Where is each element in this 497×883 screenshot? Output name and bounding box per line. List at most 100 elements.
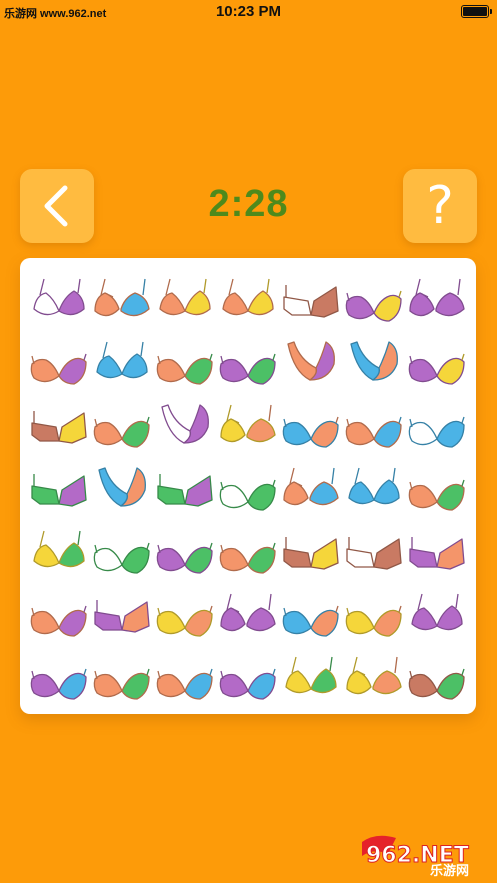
- right-cup: [436, 357, 465, 385]
- right-strap: [461, 668, 465, 676]
- bra-icon: [219, 668, 276, 700]
- bra-tile[interactable]: [154, 646, 216, 708]
- right-cup: [58, 609, 87, 637]
- bra-icon: [98, 467, 146, 507]
- bra-tile[interactable]: [217, 520, 279, 582]
- right-cup: [247, 483, 276, 511]
- bra-tile[interactable]: [406, 583, 468, 645]
- bra-tile[interactable]: [280, 394, 342, 456]
- bra-tile[interactable]: [217, 646, 279, 708]
- bra-icon: [283, 537, 339, 570]
- bra-tile[interactable]: [154, 520, 216, 582]
- left-strap: [228, 278, 234, 296]
- bra-tile[interactable]: [217, 268, 279, 330]
- bra-tile[interactable]: [343, 457, 405, 519]
- bra-icon: [287, 341, 335, 381]
- bra-tile[interactable]: [28, 268, 90, 330]
- bra-tile[interactable]: [343, 268, 405, 330]
- right-strap: [272, 542, 276, 550]
- bra-tile[interactable]: [28, 457, 90, 519]
- bra-tile[interactable]: [91, 394, 153, 456]
- bra-icon: [220, 593, 276, 632]
- bra-icon: [159, 278, 211, 316]
- bra-icon: [222, 278, 274, 316]
- bra-tile[interactable]: [217, 394, 279, 456]
- bra-tile[interactable]: [280, 583, 342, 645]
- right-strap: [209, 542, 213, 550]
- bra-icon: [156, 542, 213, 574]
- right-strap: [461, 479, 465, 487]
- bra-tile[interactable]: [91, 331, 153, 393]
- right-strap: [266, 278, 270, 294]
- bra-tile[interactable]: [91, 268, 153, 330]
- bra-tile[interactable]: [28, 646, 90, 708]
- right-cup: [247, 672, 276, 700]
- bra-tile[interactable]: [91, 457, 153, 519]
- right-cup: [121, 353, 148, 379]
- bra-tile[interactable]: [406, 520, 468, 582]
- right-strap: [272, 668, 276, 676]
- bra-tile[interactable]: [154, 394, 216, 456]
- bra-icon: [93, 668, 150, 700]
- bra-tile[interactable]: [217, 331, 279, 393]
- bra-tile[interactable]: [28, 583, 90, 645]
- bra-tile[interactable]: [154, 457, 216, 519]
- bra-tile[interactable]: [280, 520, 342, 582]
- bra-tile[interactable]: [28, 394, 90, 456]
- bra-tile[interactable]: [154, 583, 216, 645]
- bra-tile[interactable]: [343, 331, 405, 393]
- bra-tile[interactable]: [343, 583, 405, 645]
- bra-tile[interactable]: [28, 520, 90, 582]
- right-strap: [77, 530, 81, 546]
- bra-tile[interactable]: [280, 331, 342, 393]
- bra-tile[interactable]: [406, 646, 468, 708]
- bra-icon: [346, 537, 402, 570]
- bra-icon: [30, 605, 87, 637]
- right-cup: [310, 668, 337, 694]
- right-strap: [398, 605, 402, 613]
- bra-icon: [31, 474, 87, 507]
- question-mark-icon: ?: [426, 176, 454, 236]
- bra-tile[interactable]: [343, 394, 405, 456]
- right-cup: [436, 538, 465, 570]
- help-button[interactable]: ?: [403, 169, 477, 243]
- bra-icon: [93, 416, 150, 448]
- bra-tile[interactable]: [343, 520, 405, 582]
- bra-tile[interactable]: [154, 268, 216, 330]
- left-cup: [33, 292, 60, 316]
- bra-tile[interactable]: [406, 394, 468, 456]
- left-cup: [30, 358, 60, 383]
- left-cup: [30, 673, 60, 698]
- bra-tile[interactable]: [217, 457, 279, 519]
- right-cup: [247, 546, 276, 574]
- right-strap: [268, 404, 272, 422]
- left-cup: [219, 358, 249, 383]
- right-cup: [184, 609, 213, 637]
- bra-tile[interactable]: [154, 331, 216, 393]
- left-cup: [345, 610, 375, 635]
- bra-tile[interactable]: [280, 268, 342, 330]
- bra-tile[interactable]: [91, 520, 153, 582]
- bra-tile[interactable]: [406, 268, 468, 330]
- bra-tile[interactable]: [91, 583, 153, 645]
- bra-tile[interactable]: [406, 331, 468, 393]
- right-cup: [58, 475, 87, 507]
- right-cup: [310, 286, 339, 318]
- right-cup: [247, 290, 274, 316]
- bra-tile[interactable]: [406, 457, 468, 519]
- bra-tile[interactable]: [280, 457, 342, 519]
- right-cup: [184, 546, 213, 574]
- bra-icon: [282, 416, 339, 448]
- bra-icon: [408, 353, 465, 385]
- right-strap: [394, 656, 398, 674]
- bra-tile[interactable]: [280, 646, 342, 708]
- bra-tile[interactable]: [28, 331, 90, 393]
- right-cup: [373, 420, 402, 448]
- right-cup: [436, 672, 465, 700]
- bra-icon: [31, 411, 87, 444]
- left-strap: [291, 656, 297, 674]
- bra-tile[interactable]: [343, 646, 405, 708]
- bra-tile[interactable]: [217, 583, 279, 645]
- right-strap: [140, 341, 144, 357]
- bra-tile[interactable]: [91, 646, 153, 708]
